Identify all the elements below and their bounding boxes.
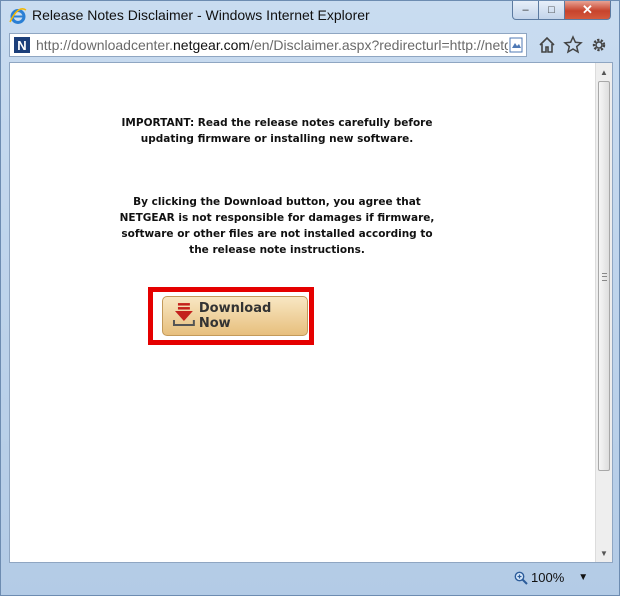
important-notice: IMPORTANT: Read the release notes carefu…	[121, 117, 433, 145]
url-prefix: http://downloadcenter.	[36, 37, 173, 53]
browser-window: Release Notes Disclaimer - Windows Inter…	[0, 0, 620, 596]
zoom-control[interactable]: 100% ▼	[514, 570, 588, 585]
close-button[interactable]: ✕	[565, 1, 611, 20]
window-title: Release Notes Disclaimer - Windows Inter…	[32, 7, 370, 23]
window-controls: – □ ✕	[512, 1, 611, 21]
netgear-favicon-icon: N	[14, 37, 30, 53]
url-text[interactable]: http://downloadcenter.netgear.com/en/Dis…	[36, 37, 508, 53]
page-content: IMPORTANT: Read the release notes carefu…	[9, 62, 613, 563]
scroll-thumb[interactable]	[598, 81, 610, 471]
agreement-notice: By clicking the Download button, you agr…	[119, 196, 435, 256]
maximize-button[interactable]: □	[539, 1, 565, 20]
gear-icon[interactable]	[589, 35, 609, 55]
address-bar[interactable]: N http://downloadcenter.netgear.com/en/D…	[9, 33, 527, 57]
url-domain: netgear.com	[173, 37, 251, 53]
browser-nav-icons	[537, 35, 613, 55]
compatibility-view-icon[interactable]	[509, 37, 523, 53]
download-now-button[interactable]: Download Now	[162, 296, 308, 336]
download-button-label: Download Now	[198, 301, 272, 331]
scroll-grip-icon	[602, 273, 607, 281]
title-bar[interactable]: Release Notes Disclaimer - Windows Inter…	[1, 1, 619, 31]
home-icon[interactable]	[537, 35, 557, 55]
url-suffix: /en/Disclaimer.aspx?redirecturl=http://n…	[250, 37, 508, 53]
scroll-up-arrow-icon[interactable]: ▲	[596, 64, 612, 80]
zoom-level: 100%	[531, 570, 565, 585]
download-icon	[172, 303, 195, 326]
scroll-down-arrow-icon[interactable]: ▼	[596, 545, 612, 561]
status-bar: 100% ▼	[1, 566, 619, 595]
ie-logo-icon	[9, 8, 27, 24]
favorites-star-icon[interactable]	[563, 35, 583, 55]
minimize-button[interactable]: –	[512, 1, 539, 20]
vertical-scrollbar[interactable]: ▲ ▼	[595, 63, 612, 562]
zoom-dropdown-icon[interactable]: ▼	[578, 572, 588, 583]
zoom-icon	[514, 571, 528, 585]
